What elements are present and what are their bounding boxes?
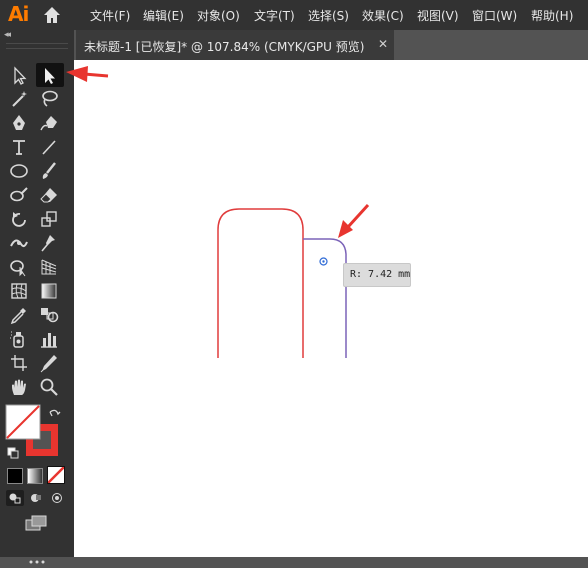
- more-icon: [29, 560, 45, 564]
- artwork-layer: [66, 66, 370, 358]
- annotation-arrow-toolbar: [66, 66, 109, 82]
- corner-radius-tooltip: R: 7.42 mm: [343, 263, 411, 287]
- corner-radius-readout: R: 7.42 mm: [350, 269, 411, 280]
- selected-corner-path[interactable]: [303, 238, 347, 358]
- red-arch-path[interactable]: [217, 208, 304, 358]
- annotation-arrow-canvas: [338, 203, 370, 238]
- live-corner-widget[interactable]: [319, 257, 328, 266]
